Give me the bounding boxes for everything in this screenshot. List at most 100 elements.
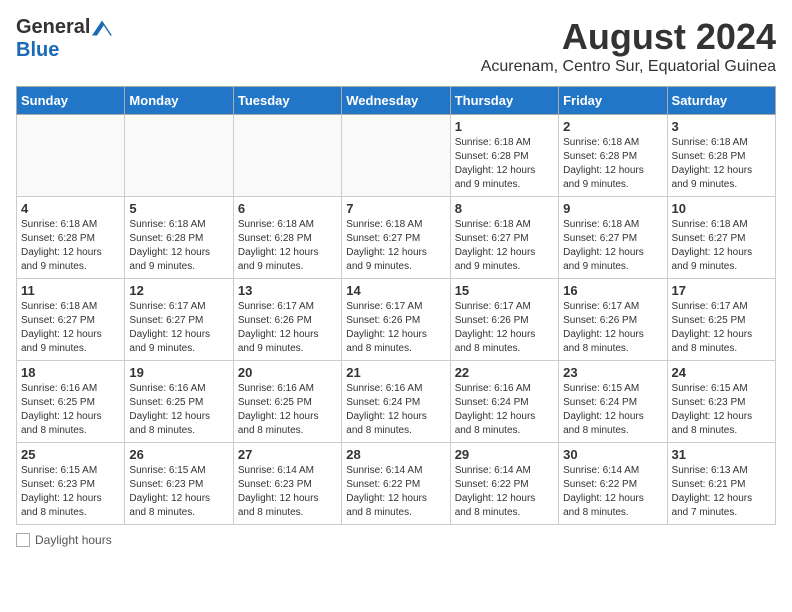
- day-number: 17: [672, 283, 771, 298]
- day-number: 2: [563, 119, 662, 134]
- day-info: Sunrise: 6:16 AMSunset: 6:24 PMDaylight:…: [455, 382, 554, 438]
- day-number: 12: [129, 283, 228, 298]
- day-number: 29: [455, 447, 554, 462]
- day-info: Sunrise: 6:18 AMSunset: 6:27 PMDaylight:…: [455, 218, 554, 274]
- col-header-friday: Friday: [559, 87, 667, 115]
- calendar-cell: [125, 115, 233, 197]
- calendar-header-row: SundayMondayTuesdayWednesdayThursdayFrid…: [17, 87, 776, 115]
- day-info: Sunrise: 6:17 AMSunset: 6:26 PMDaylight:…: [563, 300, 662, 356]
- main-title: August 2024: [481, 16, 776, 58]
- day-number: 8: [455, 201, 554, 216]
- legend-box: [16, 533, 30, 547]
- calendar-cell: 24 Sunrise: 6:15 AMSunset: 6:23 PMDayligh…: [667, 361, 775, 443]
- calendar-cell: 22 Sunrise: 6:16 AMSunset: 6:24 PMDayligh…: [450, 361, 558, 443]
- week-row-0: 1 Sunrise: 6:18 AMSunset: 6:28 PMDaylight…: [17, 115, 776, 197]
- day-number: 1: [455, 119, 554, 134]
- day-number: 25: [21, 447, 120, 462]
- calendar-cell: 5 Sunrise: 6:18 AMSunset: 6:28 PMDaylight…: [125, 197, 233, 279]
- day-number: 30: [563, 447, 662, 462]
- legend: Daylight hours: [16, 533, 776, 547]
- day-info: Sunrise: 6:17 AMSunset: 6:26 PMDaylight:…: [455, 300, 554, 356]
- day-number: 14: [346, 283, 445, 298]
- day-number: 9: [563, 201, 662, 216]
- day-number: 27: [238, 447, 337, 462]
- day-number: 7: [346, 201, 445, 216]
- calendar-cell: 12Sunrise: 6:17 AMSunset: 6:27 PMDayligh…: [125, 279, 233, 361]
- day-number: 20: [238, 365, 337, 380]
- calendar-cell: 20 Sunrise: 6:16 AMSunset: 6:25 PMDayligh…: [233, 361, 341, 443]
- calendar-cell: [233, 115, 341, 197]
- day-number: 24: [672, 365, 771, 380]
- day-number: 4: [21, 201, 120, 216]
- day-info: Sunrise: 6:14 AMSunset: 6:22 PMDaylight:…: [455, 464, 554, 520]
- day-info: Sunrise: 6:15 AMSunset: 6:24 PMDaylight:…: [563, 382, 662, 438]
- day-number: 16: [563, 283, 662, 298]
- calendar-cell: 21 Sunrise: 6:16 AMSunset: 6:24 PMDayligh…: [342, 361, 450, 443]
- subtitle: Acurenam, Centro Sur, Equatorial Guinea: [481, 58, 776, 76]
- logo-blue: Blue: [16, 39, 59, 61]
- day-info: Sunrise: 6:15 AMSunset: 6:23 PMDaylight:…: [129, 464, 228, 520]
- calendar-cell: 28 Sunrise: 6:14 AMSunset: 6:22 PMDayligh…: [342, 443, 450, 525]
- day-info: Sunrise: 6:16 AMSunset: 6:24 PMDaylight:…: [346, 382, 445, 438]
- logo-icon: [92, 18, 112, 38]
- day-number: 21: [346, 365, 445, 380]
- col-header-wednesday: Wednesday: [342, 87, 450, 115]
- day-number: 5: [129, 201, 228, 216]
- day-number: 3: [672, 119, 771, 134]
- day-number: 28: [346, 447, 445, 462]
- calendar-cell: 8 Sunrise: 6:18 AMSunset: 6:27 PMDaylight…: [450, 197, 558, 279]
- calendar-cell: 10 Sunrise: 6:18 AMSunset: 6:27 PMDayligh…: [667, 197, 775, 279]
- calendar-cell: 7 Sunrise: 6:18 AMSunset: 6:27 PMDaylight…: [342, 197, 450, 279]
- logo: General Blue: [16, 16, 112, 62]
- day-number: 18: [21, 365, 120, 380]
- title-block: August 2024 Acurenam, Centro Sur, Equato…: [481, 16, 776, 76]
- day-info: Sunrise: 6:15 AMSunset: 6:23 PMDaylight:…: [21, 464, 120, 520]
- calendar-cell: 19Sunrise: 6:16 AMSunset: 6:25 PMDayligh…: [125, 361, 233, 443]
- logo-general: General: [16, 16, 90, 39]
- day-info: Sunrise: 6:16 AMSunset: 6:25 PMDaylight:…: [238, 382, 337, 438]
- calendar-cell: 15Sunrise: 6:17 AMSunset: 6:26 PMDayligh…: [450, 279, 558, 361]
- day-info: Sunrise: 6:18 AMSunset: 6:28 PMDaylight:…: [672, 136, 771, 192]
- day-info: Sunrise: 6:16 AMSunset: 6:25 PMDaylight:…: [21, 382, 120, 438]
- day-info: Sunrise: 6:18 AMSunset: 6:27 PMDaylight:…: [672, 218, 771, 274]
- col-header-saturday: Saturday: [667, 87, 775, 115]
- day-info: Sunrise: 6:14 AMSunset: 6:22 PMDaylight:…: [346, 464, 445, 520]
- calendar-cell: [17, 115, 125, 197]
- day-info: Sunrise: 6:16 AMSunset: 6:25 PMDaylight:…: [129, 382, 228, 438]
- day-info: Sunrise: 6:14 AMSunset: 6:23 PMDaylight:…: [238, 464, 337, 520]
- day-info: Sunrise: 6:15 AMSunset: 6:23 PMDaylight:…: [672, 382, 771, 438]
- calendar-cell: 25 Sunrise: 6:15 AMSunset: 6:23 PMDayligh…: [17, 443, 125, 525]
- day-number: 6: [238, 201, 337, 216]
- day-number: 11: [21, 283, 120, 298]
- calendar-cell: [342, 115, 450, 197]
- day-info: Sunrise: 6:17 AMSunset: 6:25 PMDaylight:…: [672, 300, 771, 356]
- calendar-cell: 18 Sunrise: 6:16 AMSunset: 6:25 PMDayligh…: [17, 361, 125, 443]
- day-info: Sunrise: 6:14 AMSunset: 6:22 PMDaylight:…: [563, 464, 662, 520]
- calendar-cell: 11Sunrise: 6:18 AMSunset: 6:27 PMDayligh…: [17, 279, 125, 361]
- day-info: Sunrise: 6:17 AMSunset: 6:26 PMDaylight:…: [346, 300, 445, 356]
- day-number: 10: [672, 201, 771, 216]
- week-row-4: 25 Sunrise: 6:15 AMSunset: 6:23 PMDayligh…: [17, 443, 776, 525]
- col-header-sunday: Sunday: [17, 87, 125, 115]
- calendar-cell: 16 Sunrise: 6:17 AMSunset: 6:26 PMDayligh…: [559, 279, 667, 361]
- calendar-cell: 14 Sunrise: 6:17 AMSunset: 6:26 PMDayligh…: [342, 279, 450, 361]
- col-header-tuesday: Tuesday: [233, 87, 341, 115]
- day-number: 31: [672, 447, 771, 462]
- calendar-cell: 1Sunrise: 6:18 AMSunset: 6:28 PMDaylight…: [450, 115, 558, 197]
- calendar-cell: 27 Sunrise: 6:14 AMSunset: 6:23 PMDayligh…: [233, 443, 341, 525]
- calendar-cell: 17 Sunrise: 6:17 AMSunset: 6:25 PMDayligh…: [667, 279, 775, 361]
- day-number: 22: [455, 365, 554, 380]
- calendar-cell: 4Sunrise: 6:18 AMSunset: 6:28 PMDaylight…: [17, 197, 125, 279]
- calendar-cell: 9Sunrise: 6:18 AMSunset: 6:27 PMDaylight…: [559, 197, 667, 279]
- day-info: Sunrise: 6:18 AMSunset: 6:27 PMDaylight:…: [346, 218, 445, 274]
- calendar-cell: 26 Sunrise: 6:15 AMSunset: 6:23 PMDayligh…: [125, 443, 233, 525]
- col-header-monday: Monday: [125, 87, 233, 115]
- day-number: 23: [563, 365, 662, 380]
- week-row-1: 4 Sunrise: 6:18 AMSunset: 6:28 PMDaylight…: [17, 197, 776, 279]
- day-number: 26: [129, 447, 228, 462]
- day-info: Sunrise: 6:18 AMSunset: 6:28 PMDaylight:…: [563, 136, 662, 192]
- calendar-cell: 2 Sunrise: 6:18 AMSunset: 6:28 PMDaylight…: [559, 115, 667, 197]
- day-info: Sunrise: 6:18 AMSunset: 6:28 PMDaylight:…: [238, 218, 337, 274]
- day-info: Sunrise: 6:17 AMSunset: 6:26 PMDaylight:…: [238, 300, 337, 356]
- day-info: Sunrise: 6:18 AMSunset: 6:28 PMDaylight:…: [129, 218, 228, 274]
